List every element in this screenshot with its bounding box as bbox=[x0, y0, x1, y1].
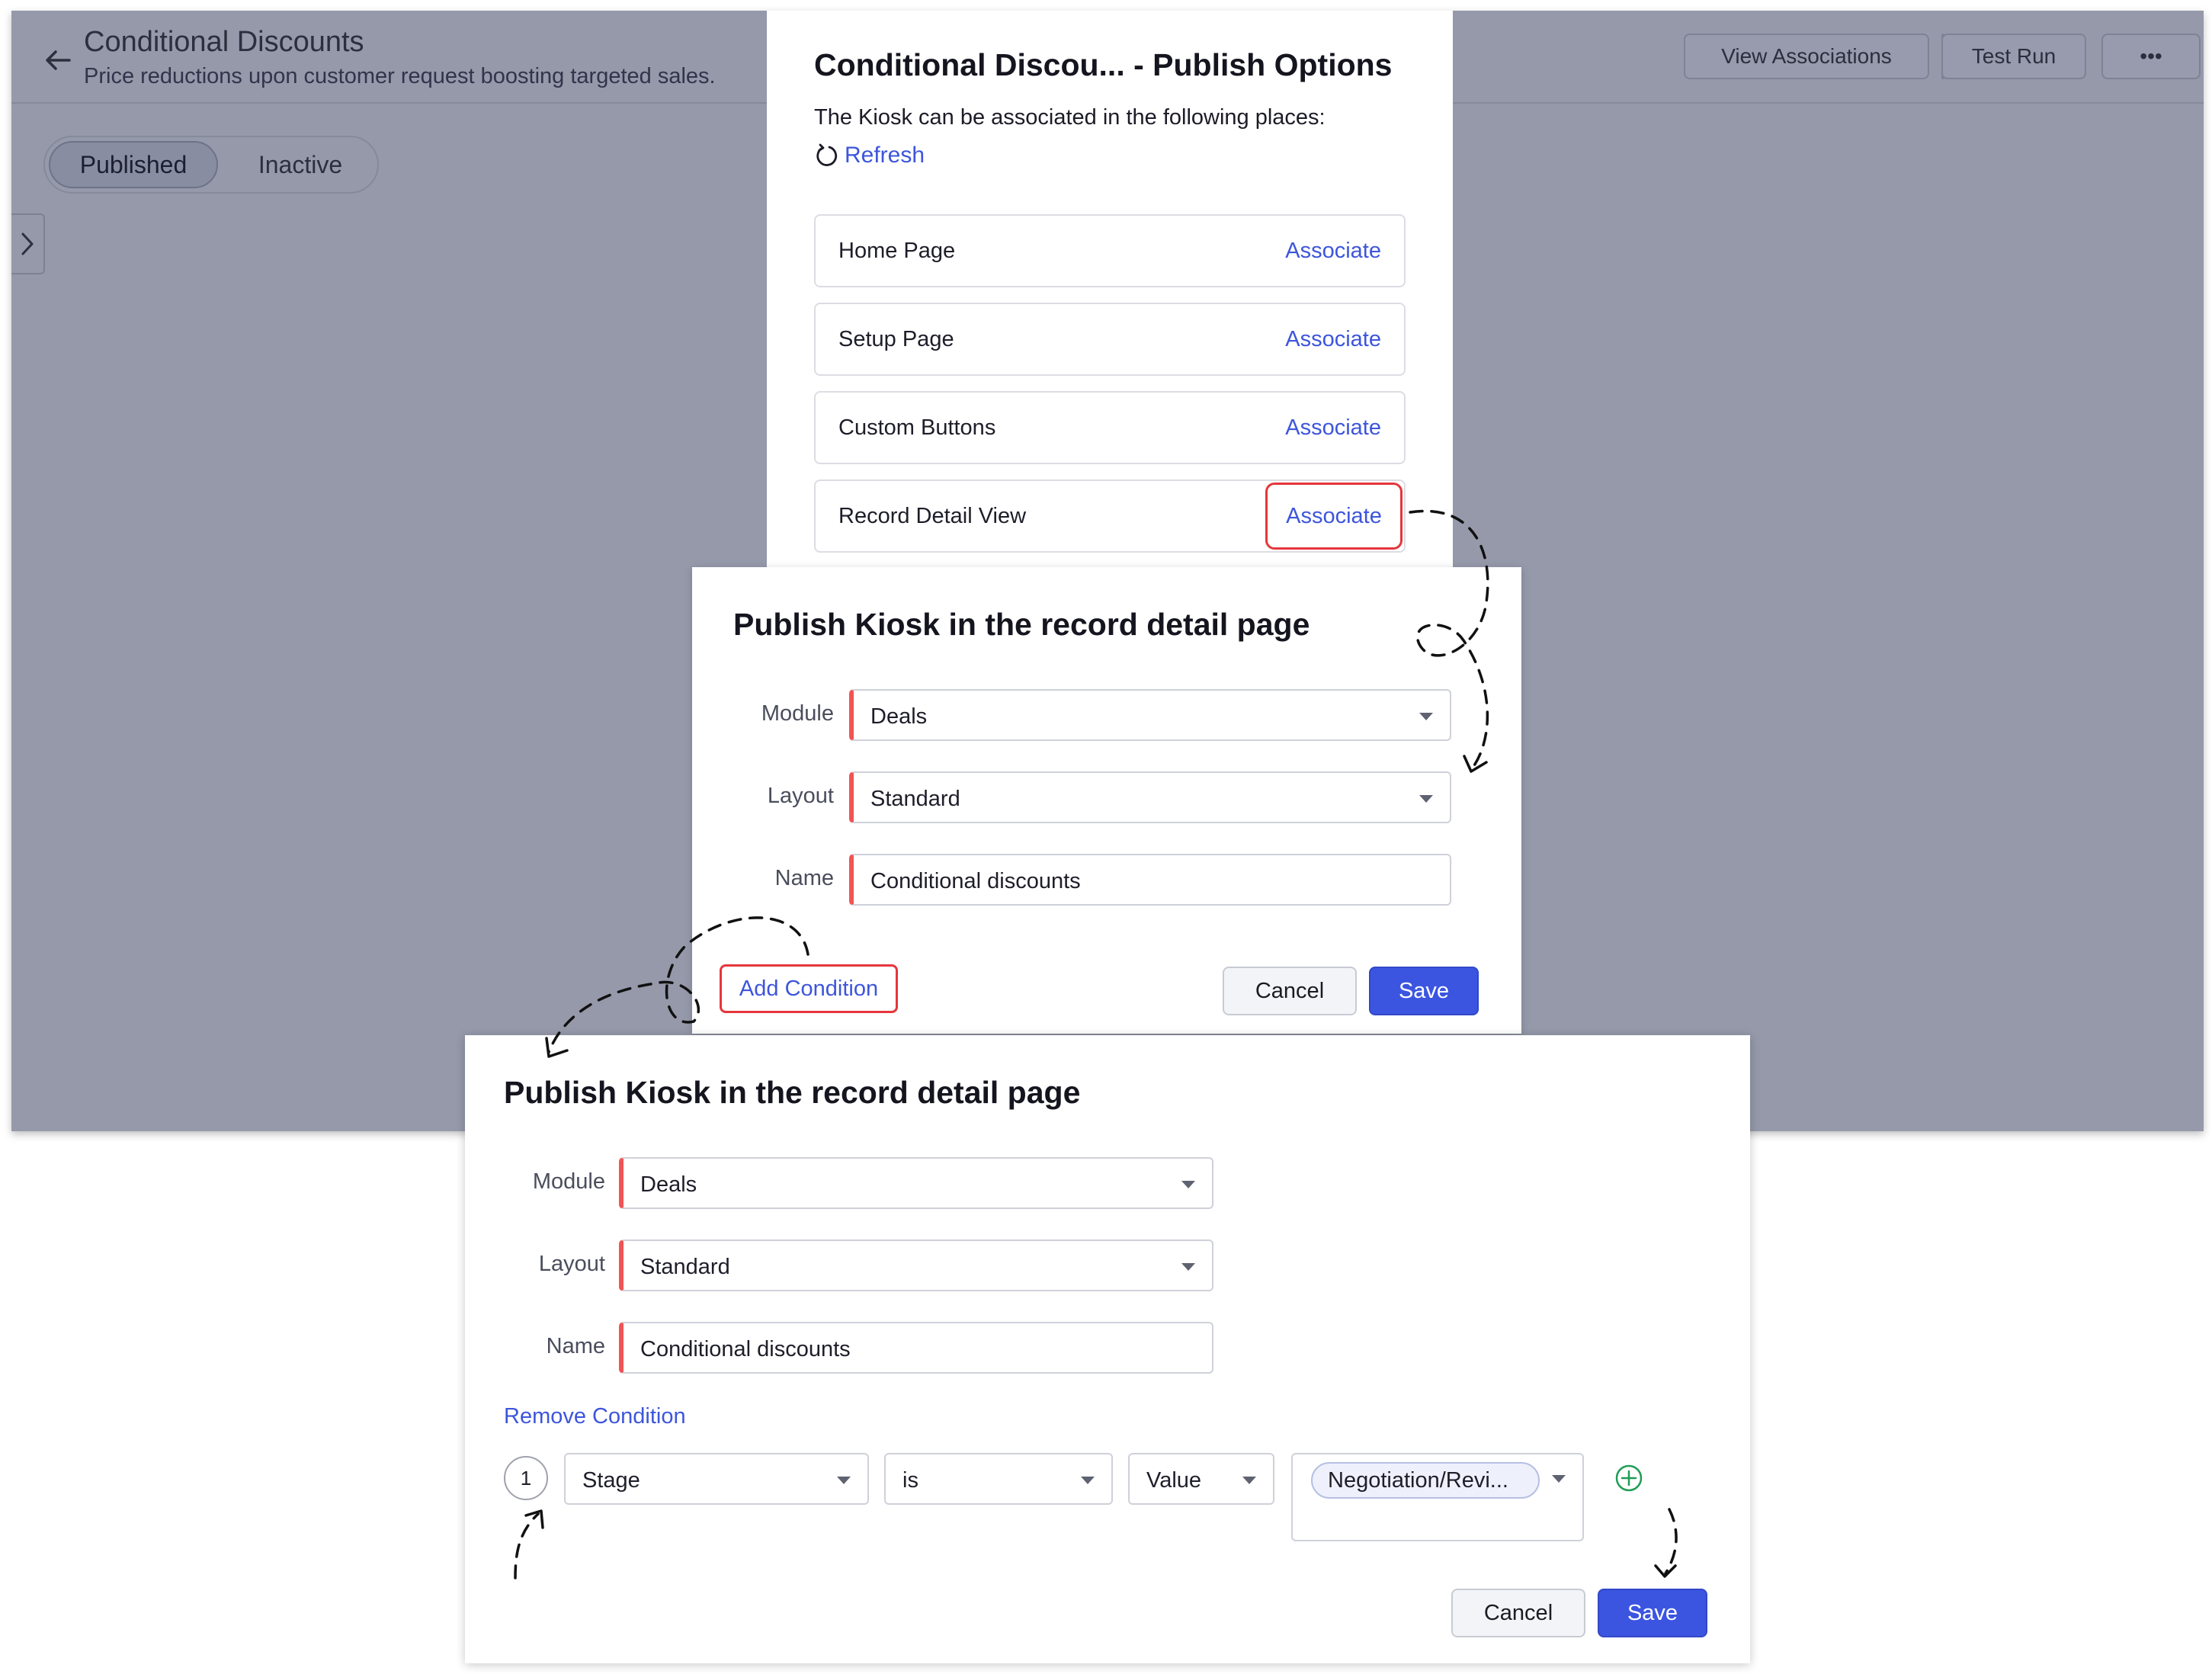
name-input[interactable]: Conditional discounts bbox=[849, 854, 1451, 906]
place-row-home-page: Home Page Associate bbox=[814, 214, 1406, 287]
dropdown-caret-icon bbox=[837, 1477, 851, 1484]
refresh-link[interactable]: Refresh bbox=[814, 143, 925, 168]
chevron-right-icon bbox=[21, 232, 34, 255]
save-button[interactable]: Save bbox=[1598, 1589, 1707, 1637]
dropdown-caret-icon bbox=[1552, 1475, 1566, 1483]
dropdown-caret-icon bbox=[1081, 1477, 1095, 1484]
module-select[interactable]: Deals bbox=[619, 1157, 1213, 1209]
test-run-button[interactable]: Test Run bbox=[1941, 34, 2086, 79]
cancel-button[interactable]: Cancel bbox=[1451, 1589, 1585, 1637]
name-value: Conditional discounts bbox=[870, 869, 1081, 893]
place-name: Record Detail View bbox=[838, 504, 1027, 528]
publish-options-description: The Kiosk can be associated in the follo… bbox=[814, 105, 1326, 130]
place-row-custom-buttons: Custom Buttons Associate bbox=[814, 391, 1406, 464]
dropdown-caret-icon bbox=[1419, 713, 1433, 720]
dialog-title: Publish Kiosk in the record detail page bbox=[504, 1075, 1081, 1110]
add-condition-button[interactable]: Add Condition bbox=[720, 964, 898, 1013]
toggle-inactive[interactable]: Inactive bbox=[236, 141, 365, 188]
view-associations-button[interactable]: View Associations bbox=[1684, 34, 1929, 79]
dropdown-caret-icon bbox=[1181, 1263, 1195, 1271]
associate-home-page-link[interactable]: Associate bbox=[1285, 239, 1381, 264]
publish-options-title: Conditional Discou... - Publish Options bbox=[814, 47, 1393, 82]
remove-condition-link[interactable]: Remove Condition bbox=[504, 1404, 686, 1429]
refresh-icon bbox=[816, 143, 838, 166]
place-name: Setup Page bbox=[838, 327, 954, 351]
cancel-button[interactable]: Cancel bbox=[1223, 967, 1357, 1015]
dropdown-caret-icon bbox=[1419, 795, 1433, 803]
layout-select[interactable]: Standard bbox=[619, 1239, 1213, 1291]
back-arrow-icon[interactable] bbox=[40, 43, 75, 78]
sidebar-expand-button[interactable] bbox=[11, 213, 45, 274]
module-label: Module bbox=[761, 701, 834, 726]
layout-select[interactable]: Standard bbox=[849, 771, 1451, 823]
record-detail-dialog-step2: Publish Kiosk in the record detail page … bbox=[465, 1035, 1750, 1663]
save-button[interactable]: Save bbox=[1369, 967, 1479, 1015]
module-label: Module bbox=[532, 1169, 605, 1194]
more-options-button[interactable]: ••• bbox=[2101, 34, 2201, 79]
name-value: Conditional discounts bbox=[640, 1337, 851, 1361]
layout-label: Layout bbox=[767, 784, 834, 808]
toggle-published[interactable]: Published bbox=[49, 141, 218, 188]
associate-record-detail-view-link[interactable]: Associate bbox=[1265, 483, 1403, 550]
plus-circle-icon[interactable] bbox=[1614, 1464, 1643, 1493]
associate-setup-page-link[interactable]: Associate bbox=[1285, 327, 1381, 352]
condition-value-chip[interactable]: Negotiation/Revi... bbox=[1311, 1462, 1540, 1499]
layout-value: Standard bbox=[870, 787, 960, 811]
dropdown-caret-icon bbox=[1181, 1181, 1195, 1188]
condition-field-value: Stage bbox=[582, 1468, 640, 1493]
associate-custom-buttons-link[interactable]: Associate bbox=[1285, 415, 1381, 441]
condition-operator-value: is bbox=[902, 1468, 918, 1493]
name-label: Name bbox=[774, 866, 834, 890]
module-value: Deals bbox=[640, 1172, 697, 1197]
name-input[interactable]: Conditional discounts bbox=[619, 1322, 1213, 1374]
layout-label: Layout bbox=[538, 1252, 605, 1276]
condition-value-multiselect[interactable]: Negotiation/Revi... bbox=[1291, 1453, 1584, 1541]
publish-options-panel: Conditional Discou... - Publish Options … bbox=[767, 11, 1453, 567]
refresh-label[interactable]: Refresh bbox=[845, 143, 925, 168]
place-name: Home Page bbox=[838, 239, 956, 263]
place-name: Custom Buttons bbox=[838, 415, 996, 440]
record-detail-dialog-step1: Publish Kiosk in the record detail page … bbox=[692, 567, 1521, 1034]
place-row-setup-page: Setup Page Associate bbox=[814, 303, 1406, 376]
condition-operator-select[interactable]: is bbox=[884, 1453, 1113, 1505]
condition-field-select[interactable]: Stage bbox=[564, 1453, 869, 1505]
app-title: Conditional Discounts bbox=[84, 26, 364, 58]
app-subtitle: Price reductions upon customer request b… bbox=[84, 64, 716, 88]
layout-value: Standard bbox=[640, 1255, 730, 1279]
dropdown-caret-icon bbox=[1242, 1477, 1256, 1484]
name-label: Name bbox=[546, 1334, 605, 1358]
module-select[interactable]: Deals bbox=[849, 689, 1451, 741]
status-toggle: Published Inactive bbox=[43, 136, 379, 194]
condition-value-type-select[interactable]: Value bbox=[1128, 1453, 1274, 1505]
place-row-record-detail-view: Record Detail View Associate bbox=[814, 479, 1406, 553]
dialog-title: Publish Kiosk in the record detail page bbox=[733, 607, 1310, 642]
module-value: Deals bbox=[870, 704, 928, 729]
condition-value-type: Value bbox=[1146, 1468, 1202, 1493]
condition-index: 1 bbox=[504, 1456, 548, 1500]
